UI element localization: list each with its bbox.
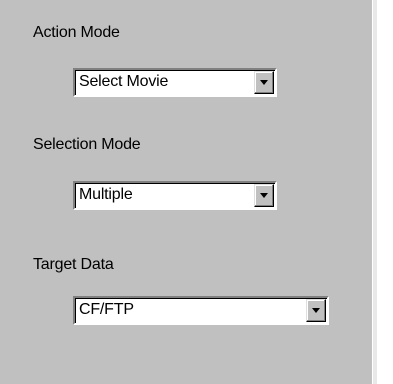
selection-mode-dropdown-button[interactable]	[254, 184, 274, 207]
settings-panel: Action Mode Select Movie Selection Mode …	[0, 0, 372, 384]
chevron-down-icon	[312, 308, 320, 313]
action-mode-value: Select Movie	[79, 73, 169, 90]
action-mode-select[interactable]: Select Movie	[73, 68, 277, 97]
selection-mode-label: Selection Mode	[33, 136, 141, 153]
selection-mode-select[interactable]: Multiple	[73, 181, 277, 210]
chevron-down-icon	[260, 80, 268, 85]
action-mode-dropdown-button[interactable]	[254, 71, 274, 94]
action-mode-label: Action Mode	[33, 24, 120, 41]
selection-mode-value: Multiple	[79, 186, 133, 203]
target-data-label: Target Data	[33, 256, 114, 273]
target-data-dropdown-button[interactable]	[306, 299, 326, 322]
target-data-select[interactable]: CF/FTP	[73, 296, 329, 325]
panel-border	[372, 0, 377, 384]
chevron-down-icon	[260, 193, 268, 198]
target-data-value: CF/FTP	[79, 301, 134, 318]
